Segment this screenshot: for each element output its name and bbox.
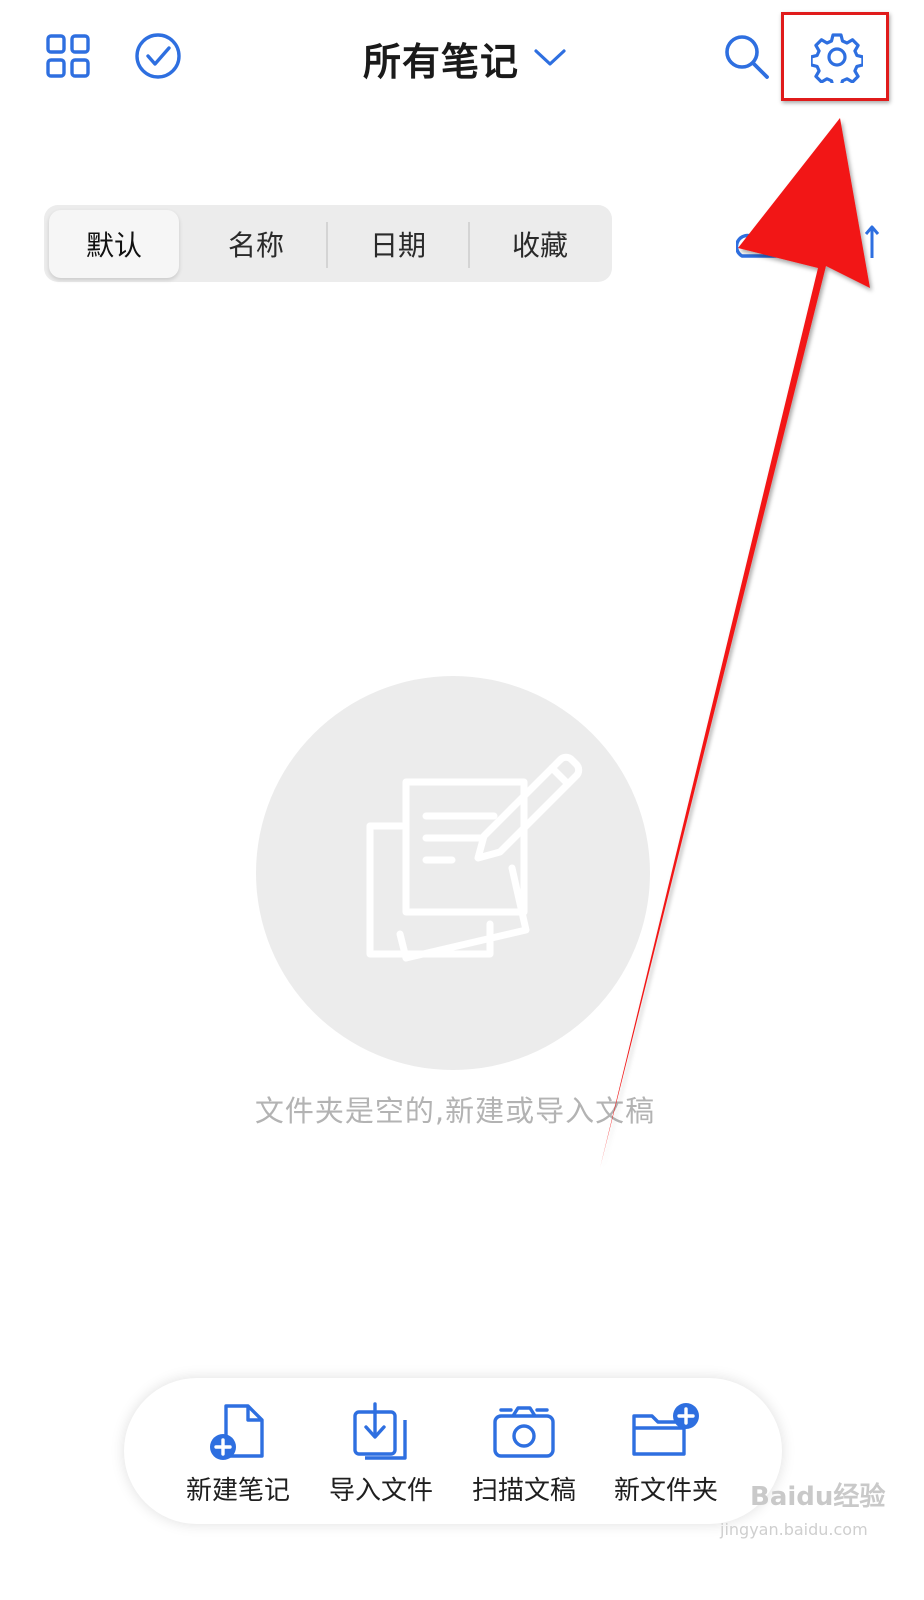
grid-icon: [46, 34, 90, 78]
grid-view-button[interactable]: [40, 28, 96, 84]
empty-state-illustration: [256, 676, 650, 1070]
note-pencil-icon: [366, 753, 583, 962]
empty-state-message: 文件夹是空的,新建或导入文稿: [254, 1094, 656, 1128]
scan-document-button[interactable]: 扫描文稿: [450, 1378, 598, 1524]
sort-arrows-icon: [864, 225, 880, 258]
new-folder-label: 新文件夹: [613, 1476, 718, 1506]
new-note-label: 新建笔记: [185, 1476, 290, 1506]
annotation-highlight-box: [781, 12, 889, 101]
new-note-icon: [210, 1404, 264, 1460]
watermark-brand: Baidu经验: [750, 1482, 886, 1512]
tab-default-label: 默认: [85, 229, 142, 262]
tab-name[interactable]: 名称: [186, 205, 326, 282]
select-button[interactable]: [130, 28, 186, 84]
scan-document-label: 扫描文稿: [471, 1476, 576, 1506]
sort-segmented-control: 默认 名称 日期 收藏: [44, 205, 612, 282]
new-folder-button[interactable]: 新文件夹: [592, 1378, 740, 1524]
folder-title-dropdown[interactable]: 所有笔记: [320, 28, 610, 88]
cloud-sync-button[interactable]: [734, 222, 786, 262]
check-circle-icon: [135, 33, 181, 79]
tab-favorites[interactable]: 收藏: [470, 205, 610, 282]
new-folder-icon: [632, 1403, 699, 1456]
tab-default[interactable]: 默认: [49, 210, 179, 278]
sort-order-button[interactable]: [852, 222, 882, 262]
baidu-watermark: Baidu经验 jingyan.baidu.com: [720, 1462, 910, 1552]
chevron-down-icon: [534, 49, 566, 66]
cloud-icon: [734, 227, 786, 258]
page-title: 所有笔记: [362, 39, 519, 84]
tab-name-label: 名称: [227, 228, 284, 262]
import-file-button[interactable]: 导入文件: [307, 1378, 455, 1524]
import-file-label: 导入文件: [328, 1476, 433, 1506]
tab-date[interactable]: 日期: [328, 205, 468, 282]
search-button[interactable]: [718, 28, 774, 84]
watermark-url: jingyan.baidu.com: [720, 1520, 868, 1539]
import-file-icon: [353, 1402, 407, 1460]
bottom-action-bar: 新建笔记 导入文件 扫描文稿 新文件夹: [124, 1378, 782, 1524]
search-icon: [725, 35, 769, 79]
tab-date-label: 日期: [369, 228, 426, 262]
new-note-button[interactable]: 新建笔记: [164, 1378, 312, 1524]
camera-scan-icon: [493, 1406, 555, 1458]
tab-favorites-label: 收藏: [511, 228, 568, 262]
